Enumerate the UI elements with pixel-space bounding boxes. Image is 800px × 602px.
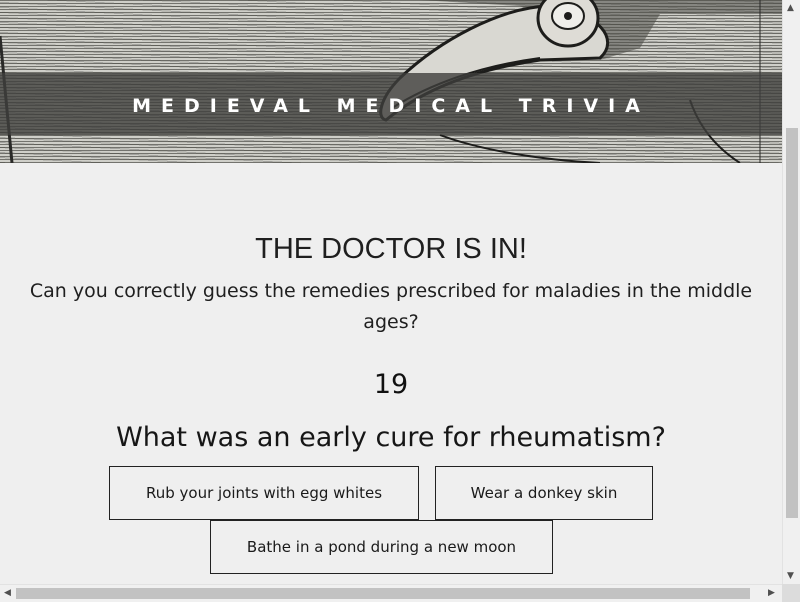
scroll-up-icon[interactable]: ▲ (787, 3, 794, 13)
horizontal-scrollbar[interactable]: ◀ ▶ (0, 584, 782, 602)
page-heading: THE DOCTOR IS IN! (255, 233, 527, 265)
scrollbar-corner (782, 584, 800, 602)
scroll-left-icon[interactable]: ◀ (4, 588, 11, 598)
question-counter: 19 (373, 369, 409, 400)
answer-button-pond-bath[interactable]: Bathe in a pond during a new moon (210, 520, 553, 574)
site-title: MEDIEVAL MEDICAL TRIVIA (132, 95, 650, 117)
horizontal-scroll-thumb[interactable] (16, 588, 750, 599)
vertical-scroll-thumb[interactable] (786, 128, 798, 518)
answer-button-egg-whites[interactable]: Rub your joints with egg whites (109, 466, 419, 520)
scroll-right-icon[interactable]: ▶ (768, 588, 775, 598)
answer-button-donkey-skin[interactable]: Wear a donkey skin (435, 466, 653, 520)
vertical-scrollbar[interactable]: ▲ ▼ (782, 0, 800, 584)
question-text: What was an early cure for rheumatism? (116, 422, 666, 453)
header-banner: MEDIEVAL MEDICAL TRIVIA (0, 0, 782, 163)
page-subtitle: Can you correctly guess the remedies pre… (29, 280, 753, 333)
scroll-down-icon[interactable]: ▼ (787, 571, 794, 581)
